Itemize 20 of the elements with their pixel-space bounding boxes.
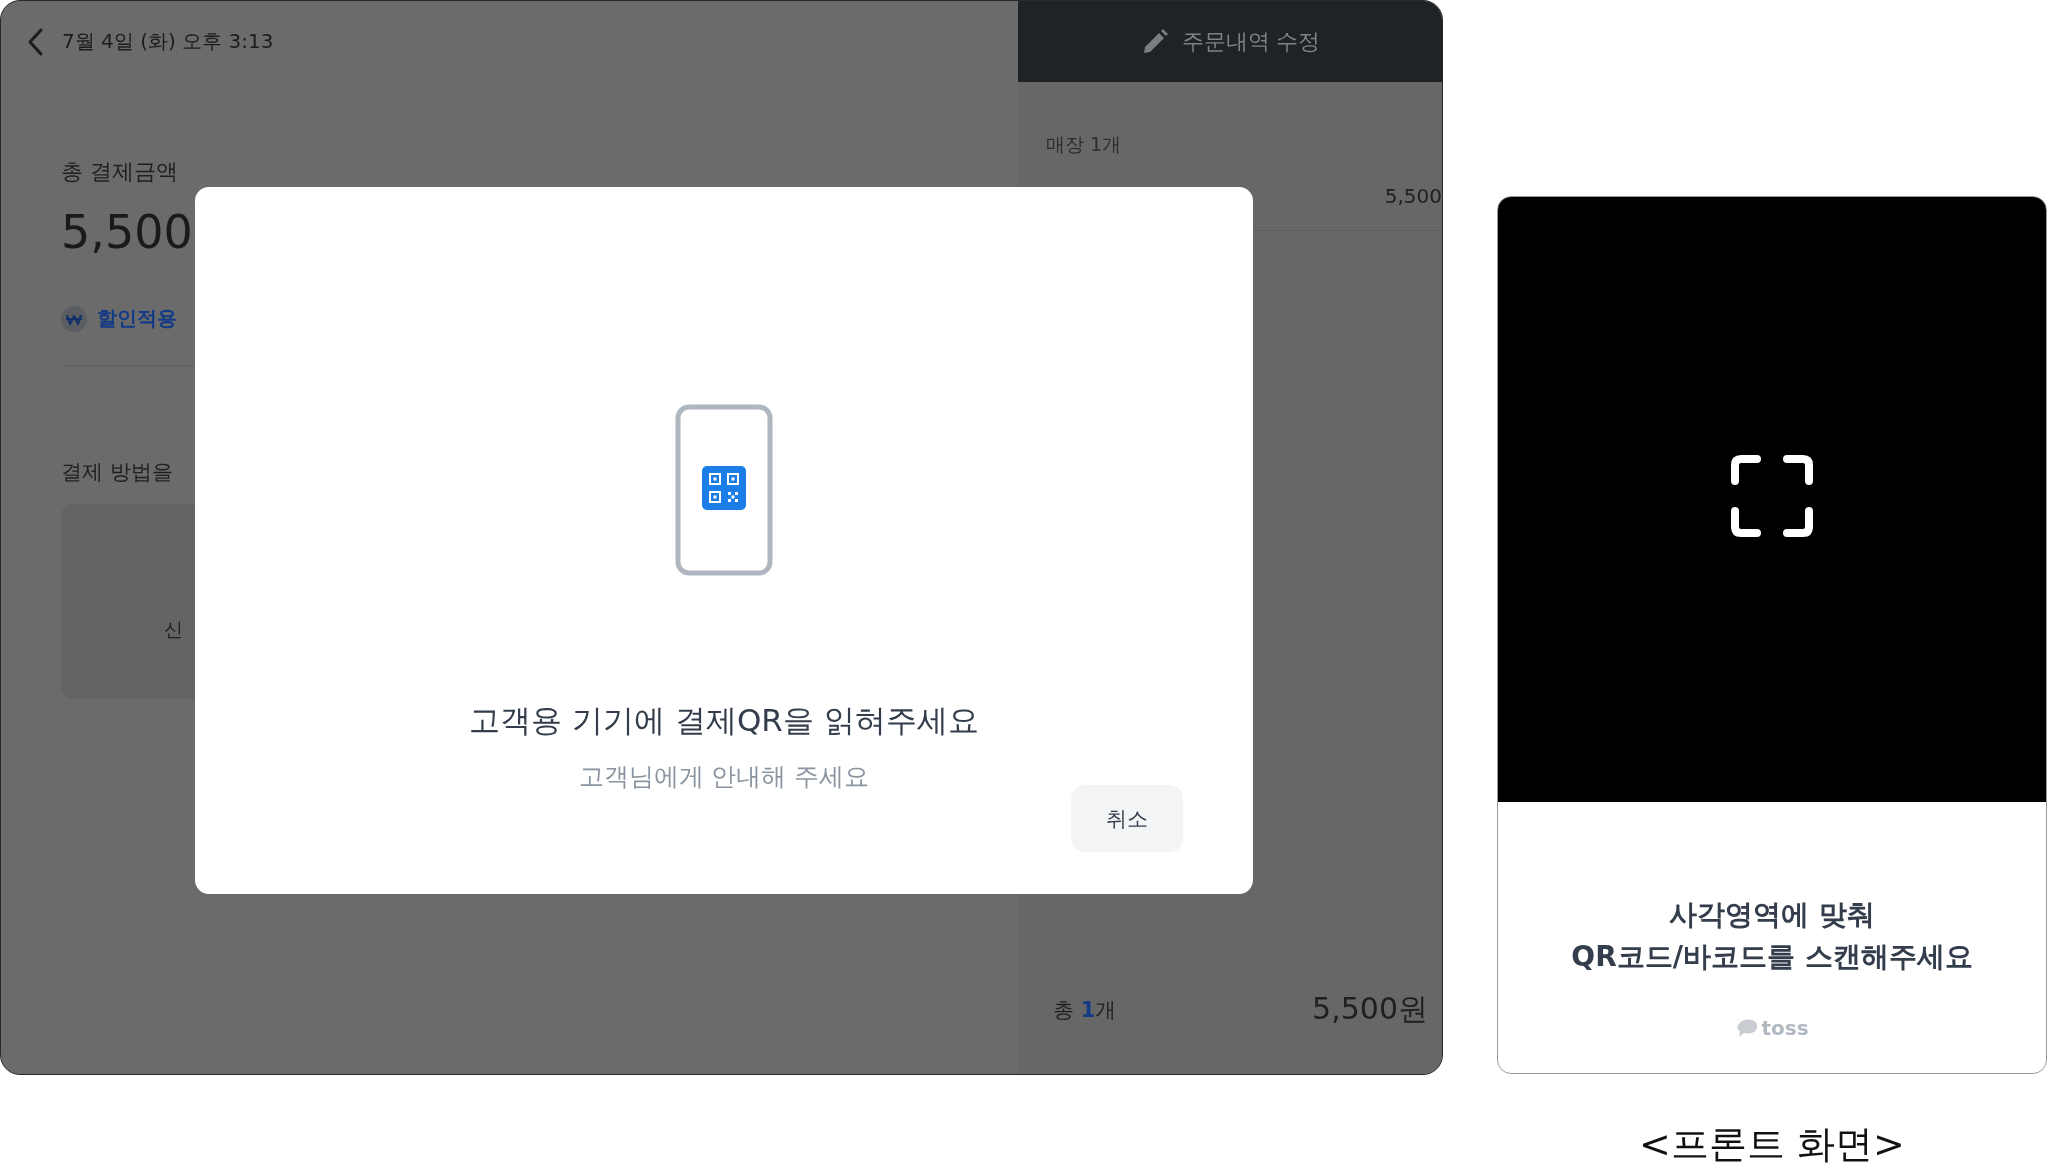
back-icon[interactable] xyxy=(26,26,44,57)
total-count: 총 1개 xyxy=(1053,996,1117,1024)
order-datetime: 7월 4일 (화) 오후 3:13 xyxy=(62,28,274,55)
scan-instruction: 사각영역에 맞춰 QR코드/바코드를 스캔해주세요 xyxy=(1571,897,1973,975)
edit-order-button[interactable]: 주문내역 수정 xyxy=(1018,1,1442,82)
item-price: 5,500 xyxy=(1383,184,1442,208)
won-icon xyxy=(61,305,87,332)
phone-qr-icon xyxy=(675,404,773,576)
caption: <프론트 화면> xyxy=(1639,1121,1905,1168)
dialog-subtitle: 고객님에게 안내해 주세요 xyxy=(578,761,870,793)
brand-name: toss xyxy=(1761,1016,1809,1040)
order-total: 5,500원 xyxy=(1312,990,1428,1028)
cancel-button[interactable]: 취소 xyxy=(1071,785,1183,852)
brand-logo-icon xyxy=(1735,1017,1760,1039)
payment-method-heading: 결제 방법을 xyxy=(61,459,174,486)
total-amount: 5,500 xyxy=(61,205,194,259)
total-label: 총 결제금액 xyxy=(61,158,179,186)
order-group-label: 매장 1개 xyxy=(1046,132,1123,157)
scan-frame-icon xyxy=(1731,454,1813,537)
dialog-title: 고객용 기기에 결제QR을 읽혀주세요 xyxy=(469,701,979,740)
